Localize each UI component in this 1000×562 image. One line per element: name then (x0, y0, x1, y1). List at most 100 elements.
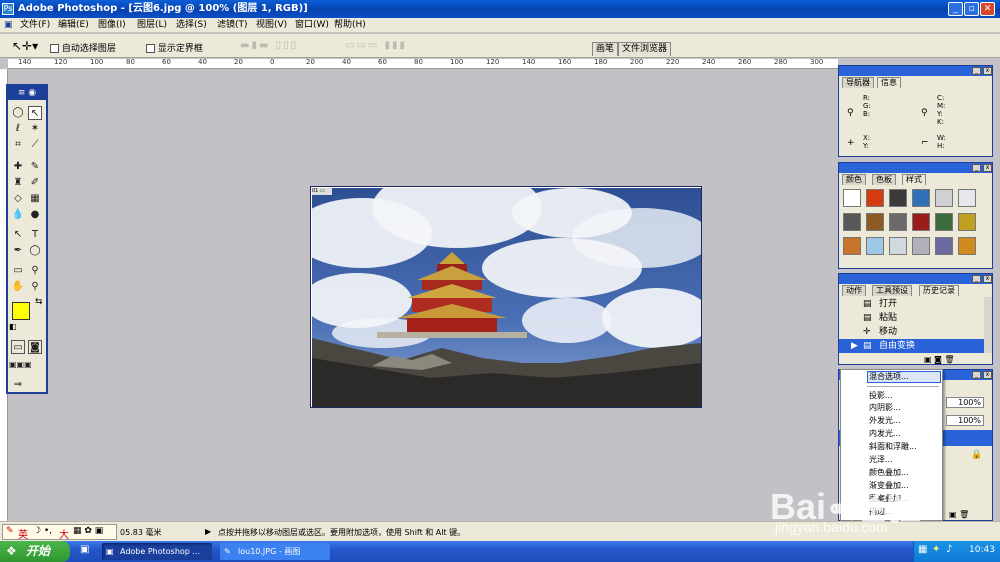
menu-drop-shadow[interactable]: 投影... (869, 391, 893, 401)
menu-view[interactable]: 视图(V) (256, 19, 287, 32)
style-swatch[interactable] (866, 189, 884, 207)
clock[interactable]: 10:43 (969, 545, 995, 555)
panel-close-icon[interactable]: x (983, 275, 992, 283)
canvas-image[interactable] (312, 188, 701, 407)
tab-styles[interactable]: 样式 (902, 174, 926, 185)
show-bounds-checkbox[interactable] (146, 44, 155, 53)
menu-file[interactable]: 文件(F) (20, 19, 50, 32)
quick-mask-icon[interactable]: ◙ (28, 340, 42, 354)
menu-color-overlay[interactable]: 颜色叠加... (869, 468, 909, 478)
style-swatch[interactable] (889, 213, 907, 231)
ime-mode[interactable]: 大 (59, 526, 69, 541)
show-desktop-icon[interactable]: ▣ (80, 544, 89, 555)
tray-volume-icon[interactable]: ♪ (946, 544, 952, 555)
history-brush-icon[interactable]: ✐ (28, 176, 42, 190)
menu-select[interactable]: 选择(S) (176, 19, 207, 32)
menu-image[interactable]: 图像(I) (98, 19, 126, 32)
ime-moon-icon[interactable]: ☽ •, (33, 526, 52, 536)
standard-mode-icon[interactable]: ▭ (11, 340, 25, 354)
style-swatch[interactable] (958, 213, 976, 231)
menu-help[interactable]: 帮助(H) (334, 19, 366, 32)
tray-security-icon[interactable]: ✦ (932, 544, 940, 555)
style-swatch[interactable] (843, 237, 861, 255)
tab-brushes[interactable]: 画笔 (592, 42, 619, 56)
panel-close-icon[interactable]: x (983, 67, 992, 75)
hand-tool-icon[interactable]: ✋ (11, 280, 25, 294)
slice-tool-icon[interactable]: ⟋ (28, 138, 42, 152)
layers-footer-icons[interactable]: ▣ 🗑 (949, 510, 969, 519)
menu-satin[interactable]: 光泽... (869, 455, 893, 465)
ime-logo-icon[interactable]: ✎ (6, 526, 14, 536)
tab-info[interactable]: 信息 (877, 77, 901, 88)
doc-icon[interactable]: ▣ (4, 19, 13, 32)
show-bounds-option[interactable]: 显示定界框 (146, 41, 203, 54)
auto-select-checkbox[interactable] (50, 44, 59, 53)
close-button[interactable]: ✕ (980, 2, 995, 16)
menu-inner-glow[interactable]: 内发光... (869, 429, 901, 439)
style-swatch[interactable] (912, 189, 930, 207)
default-colors-icon[interactable]: ◧ (9, 322, 17, 331)
tab-actions[interactable]: 动作 (842, 285, 866, 296)
style-swatch[interactable] (843, 189, 861, 207)
history-footer-icons[interactable]: ▣ ◙ 🗑 (924, 355, 955, 364)
panel-minimize-icon[interactable]: _ (972, 371, 981, 379)
style-swatch[interactable] (866, 213, 884, 231)
move-tool-icon[interactable]: ↖✛▾ (12, 39, 38, 53)
style-swatch[interactable] (866, 237, 884, 255)
history-item[interactable]: ▤ 打开 (839, 297, 984, 311)
history-item[interactable]: ▤ 粘贴 (839, 311, 984, 325)
taskbar-photoshop[interactable]: ▣ Adobe Photoshop ... (102, 543, 212, 560)
style-swatch[interactable] (912, 213, 930, 231)
blur-tool-icon[interactable]: 💧 (11, 208, 25, 222)
ime-language[interactable]: 英 (18, 526, 28, 541)
zoom-tool-icon[interactable]: ⚲ (28, 280, 42, 294)
panel-minimize-icon[interactable]: _ (972, 164, 981, 172)
style-swatch[interactable] (935, 213, 953, 231)
eraser-tool-icon[interactable]: ◇ (11, 192, 25, 206)
restore-button[interactable]: ▫ (964, 2, 979, 16)
tab-file-browser[interactable]: 文件浏览器 (618, 42, 672, 56)
history-scrollbar[interactable] (984, 297, 992, 353)
shape-tool-icon[interactable]: ◯ (28, 244, 42, 258)
menu-window[interactable]: 窗口(W) (295, 19, 329, 32)
menu-layer[interactable]: 图层(L) (137, 19, 167, 32)
magic-wand-icon[interactable]: ✶ (28, 122, 42, 136)
type-tool-icon[interactable]: T (28, 228, 42, 242)
gradient-tool-icon[interactable]: ▦ (28, 192, 42, 206)
taskbar-paint[interactable]: ✎ lou10.JPG - 画图 (220, 543, 330, 560)
marquee-tool-icon[interactable]: ◯ (11, 106, 25, 120)
document-window[interactable]: 01 ▭ (310, 186, 702, 408)
notes-tool-icon[interactable]: ▭ (11, 264, 25, 278)
panel-minimize-icon[interactable]: _ (972, 275, 981, 283)
opacity-field[interactable]: 100% (946, 397, 984, 408)
style-swatch[interactable] (889, 237, 907, 255)
style-swatch[interactable] (935, 189, 953, 207)
brush-tool-icon[interactable]: ✎ (28, 160, 42, 174)
tray-network-icon[interactable]: ▦ (918, 544, 927, 555)
style-swatch[interactable] (958, 189, 976, 207)
fill-field[interactable]: 100% (946, 415, 984, 426)
eyedropper-icon[interactable]: ⚲ (28, 264, 42, 278)
pen-tool-icon[interactable]: ✒ (11, 244, 25, 258)
menu-blending-options[interactable]: 混合选项... (869, 372, 909, 382)
menu-inner-shadow[interactable]: 内阴影... (869, 403, 901, 413)
tab-color[interactable]: 颜色 (842, 174, 866, 185)
screen-mode-icon[interactable]: ▣▣▣ (9, 358, 32, 372)
panel-close-icon[interactable]: x (983, 371, 992, 379)
swap-colors-icon[interactable]: ⇆ (35, 297, 43, 307)
tab-history[interactable]: 历史记录 (919, 285, 959, 296)
panel-close-icon[interactable]: x (983, 164, 992, 172)
jump-to-imageready-icon[interactable]: ⇒ (11, 378, 25, 392)
menu-edit[interactable]: 编辑(E) (58, 19, 89, 32)
style-swatch[interactable] (912, 237, 930, 255)
minimize-button[interactable]: _ (948, 2, 963, 16)
app-icon[interactable]: Ps (2, 3, 14, 15)
lasso-tool-icon[interactable]: ℓ (11, 122, 25, 136)
history-item[interactable]: ✛ 移动 (839, 325, 984, 339)
clone-stamp-icon[interactable]: ♜ (11, 176, 25, 190)
foreground-color-swatch[interactable] (12, 302, 30, 320)
healing-brush-icon[interactable]: ✚ (11, 160, 25, 174)
ime-keyboard-icon[interactable]: ▦ ✿ ▣ (73, 526, 103, 536)
style-swatch[interactable] (843, 213, 861, 231)
crop-tool-icon[interactable]: ⌗ (11, 138, 25, 152)
